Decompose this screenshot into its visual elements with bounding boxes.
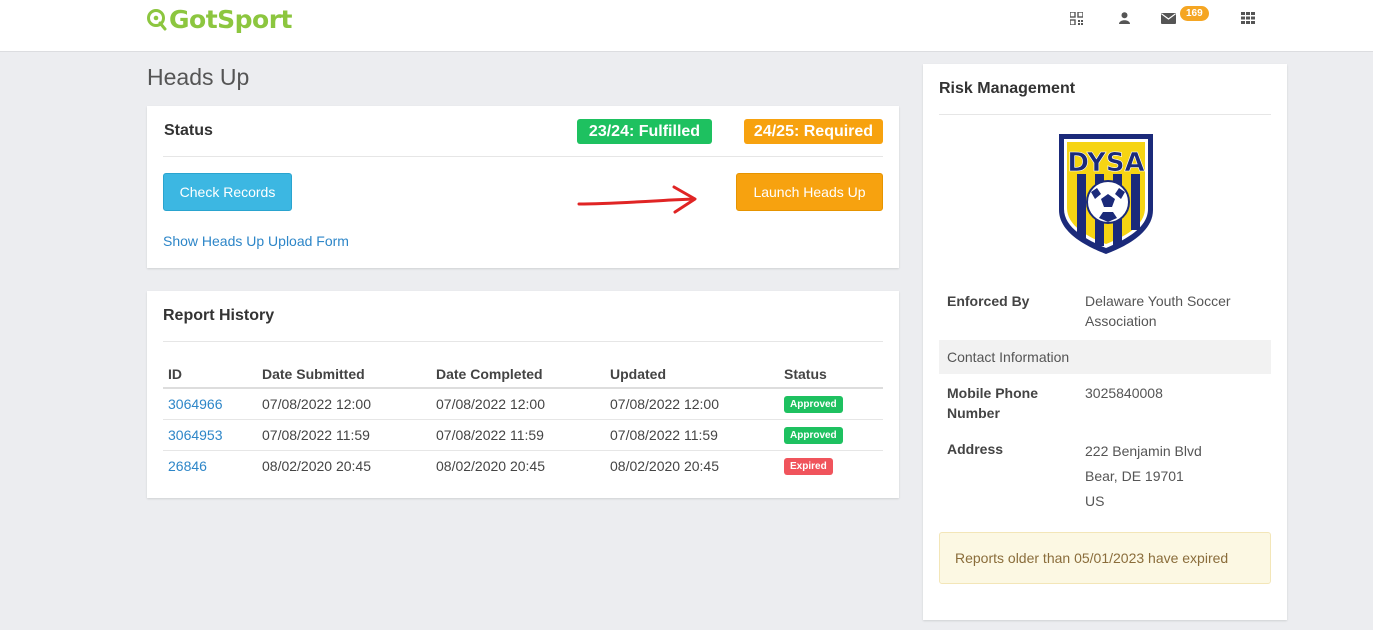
date-completed-cell: 07/08/2022 12:00 [431,388,605,420]
enforced-by-line2: Association [1085,313,1157,329]
address-row: Address 222 Benjamin Blvd Bear, DE 19701… [939,439,1271,519]
report-history-panel: Report History ID Date Submitted Date Co… [147,291,899,498]
report-history-title: Report History [163,307,275,324]
phone-label-line1: Mobile Phone [947,385,1038,401]
contact-information-header: Contact Information [939,340,1271,374]
launch-heads-up-button[interactable]: Launch Heads Up [736,173,883,211]
phone-label-line2: Number [947,405,1000,421]
status-panel: Status 23/24: Fulfilled 24/25: Required … [147,106,899,268]
date-submitted-cell: 07/08/2022 11:59 [257,419,431,451]
table-row: 26846 08/02/2020 20:45 08/02/2020 20:45 … [163,450,883,481]
address-line1: 222 Benjamin Blvd [1085,443,1202,459]
report-id-link[interactable]: 26846 [168,458,207,474]
table-row: 3064966 07/08/2022 12:00 07/08/2022 12:0… [163,388,883,420]
column-header-date-completed: Date Completed [431,360,605,389]
column-header-date-submitted: Date Submitted [257,360,431,389]
envelope-icon[interactable] [1159,10,1177,26]
report-id-link[interactable]: 3064953 [168,427,223,443]
updated-cell: 07/08/2022 11:59 [605,419,779,451]
enforced-by-line1: Delaware Youth Soccer [1085,293,1231,309]
risk-management-panel: Risk Management DYSA USYS Enforced By De… [923,64,1287,620]
table-row: 3064953 07/08/2022 11:59 07/08/2022 11:5… [163,419,883,451]
qr-code-icon[interactable] [1067,10,1085,26]
report-divider [163,341,883,342]
report-history-table: ID Date Submitted Date Completed Updated… [163,360,883,481]
risk-divider [939,114,1271,115]
updated-cell: 07/08/2022 12:00 [605,388,779,420]
top-navbar: GotSport 169 [0,0,1373,52]
date-completed-cell: 08/02/2020 20:45 [436,457,545,474]
expired-reports-notice: Reports older than 05/01/2023 have expir… [939,532,1271,584]
table-header-row: ID Date Submitted Date Completed Updated… [163,360,883,389]
enforced-by-label: Enforced By [947,293,1030,309]
column-header-id: ID [163,360,257,389]
address-line3: US [1085,493,1105,509]
crest-small-text: USYS [1099,135,1114,141]
gotsport-logo[interactable]: GotSport [146,4,293,34]
phone-row: Mobile Phone Number 3025840008 [939,383,1271,427]
crest-text: DYSA [1067,148,1144,178]
check-records-button[interactable]: Check Records [163,173,292,211]
show-upload-form-link[interactable]: Show Heads Up Upload Form [163,233,349,249]
status-badge: Approved [784,427,843,444]
dysa-crest-logo: DYSA USYS [1059,134,1153,254]
risk-management-title: Risk Management [939,80,1076,97]
date-submitted-cell: 07/08/2022 12:00 [257,388,431,420]
report-id-link[interactable]: 3064966 [168,396,223,412]
user-icon[interactable] [1115,10,1133,26]
address-line2: Bear, DE 19701 [1085,468,1184,484]
gotsport-logo-icon [147,9,167,31]
status-badge: Approved [784,396,843,414]
status-badge: Expired [784,458,833,476]
date-completed-cell: 07/08/2022 11:59 [431,419,605,451]
apps-grid-icon[interactable] [1239,10,1257,26]
status-divider [163,156,883,157]
updated-cell: 08/02/2020 20:45 [610,457,719,474]
status-title: Status [164,122,213,139]
page-title: Heads Up [147,64,250,90]
mail-count-badge: 169 [1180,6,1209,21]
address-label: Address [947,441,1004,457]
required-badge: 24/25: Required [744,119,883,144]
enforced-by-row: Enforced By Delaware Youth Soccer Associ… [939,291,1271,335]
gotsport-logo-text: GotSport [169,4,293,34]
phone-value: 3025840008 [1085,385,1163,401]
date-submitted-cell: 08/02/2020 20:45 [262,457,371,474]
column-header-updated: Updated [605,360,779,389]
red-arrow-annotation [577,185,697,214]
fulfilled-badge: 23/24: Fulfilled [577,119,712,144]
column-header-status: Status [779,360,883,389]
